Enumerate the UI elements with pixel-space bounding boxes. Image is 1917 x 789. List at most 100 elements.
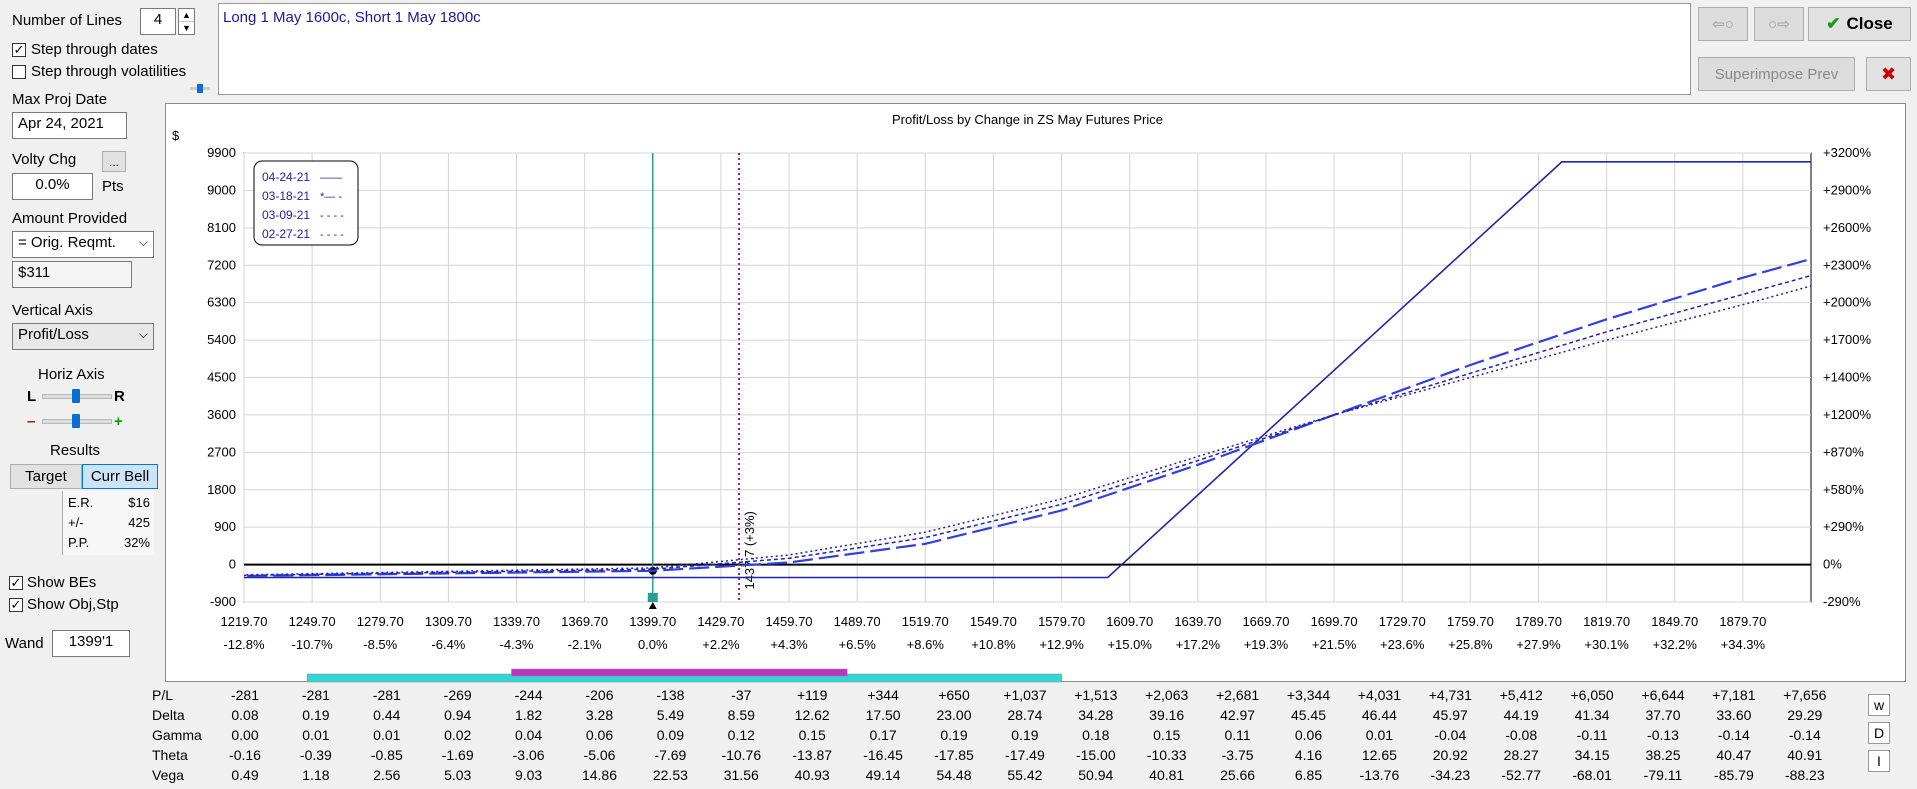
x-pct-label: +23.6% — [1380, 637, 1425, 652]
spin-down-icon[interactable]: ▼ — [179, 22, 194, 34]
target-button[interactable]: Target — [10, 464, 82, 489]
prev-arrow-button[interactable]: ⇦○ — [1698, 7, 1748, 41]
greeks-side-button-d[interactable]: D — [1868, 722, 1890, 744]
volty-more-button[interactable]: ... — [102, 151, 126, 172]
horiz-pan-thumb[interactable] — [72, 389, 80, 403]
current-price-marker — [647, 593, 658, 602]
x-pct-label: -10.7% — [292, 637, 334, 652]
strategy-description-box[interactable]: Long 1 May 1600c, Short 1 May 1800c — [218, 3, 1691, 95]
greeks-cell: +344 — [867, 687, 899, 703]
greeks-cell: -0.85 — [370, 747, 403, 763]
greeks-cell: 28.27 — [1503, 747, 1539, 763]
step-dates-checkbox[interactable]: ✓ — [12, 43, 26, 57]
greeks-cell: 23.00 — [936, 707, 972, 723]
greeks-side-button-i[interactable]: I — [1868, 750, 1890, 772]
greeks-cell: 40.93 — [794, 767, 830, 783]
greeks-cell: 17.50 — [865, 707, 901, 723]
x-tick-label: 1729.70 — [1379, 614, 1426, 629]
amount-provided-select[interactable]: = Orig. Reqmt. ⌵ — [12, 231, 154, 258]
x-pct-label: +8.6% — [907, 637, 945, 652]
greeks-cell: 20.92 — [1432, 747, 1468, 763]
y-tick-label: 9900 — [207, 145, 236, 160]
x-tick-label: 1849.70 — [1651, 614, 1698, 629]
inner-probability-bar — [511, 668, 848, 677]
right-tick-label: +870% — [1823, 444, 1864, 459]
right-tick-label: +580% — [1823, 482, 1864, 497]
x-tick-label: 1519.70 — [902, 614, 949, 629]
max-proj-date-input[interactable]: Apr 24, 2021 — [12, 112, 127, 139]
greeks-cell: 46.44 — [1361, 707, 1397, 723]
horiz-axis-label: Horiz Axis — [38, 366, 105, 383]
amount-provided-value: = Orig. Reqmt. — [18, 234, 116, 251]
next-arrow-button[interactable]: ○⇨ — [1754, 7, 1804, 41]
curr-bell-button[interactable]: Curr Bell — [82, 464, 158, 489]
greeks-cell: 45.45 — [1290, 707, 1327, 723]
number-of-lines-label: Number of Lines — [12, 12, 123, 29]
greeks-cell: -281 — [301, 687, 330, 703]
greeks-cell: 0.09 — [656, 727, 685, 743]
greeks-cell: -85.79 — [1714, 767, 1754, 783]
cancel-x-button[interactable]: ✖ — [1866, 57, 1911, 91]
x-tick-label: 1549.70 — [970, 614, 1017, 629]
greeks-cell: +6,644 — [1641, 687, 1685, 703]
greeks-cell: -68.01 — [1572, 767, 1612, 783]
spin-up-icon[interactable]: ▲ — [179, 9, 194, 22]
greeks-cell: -17.49 — [1005, 747, 1045, 763]
x-tick-label: 1669.70 — [1242, 614, 1289, 629]
greeks-row-theta: Theta -0.16 -0.39 -0.85 -1.69 -3.06 -5.06 -7.69… — [140, 747, 1868, 768]
legend-sample: - - - - — [320, 229, 344, 241]
greeks-cell: -13.76 — [1359, 767, 1400, 783]
step-vols-checkbox[interactable] — [12, 65, 26, 79]
horiz-zoom-thumb[interactable] — [72, 414, 80, 428]
number-of-lines-spinner[interactable]: ▲ ▼ — [178, 8, 195, 35]
greeks-cell: -15.00 — [1075, 747, 1116, 763]
superimpose-prev-button[interactable]: Superimpose Prev — [1698, 57, 1855, 91]
legend-sample: *— - — [320, 191, 342, 203]
greeks-cell: 0.04 — [514, 727, 543, 743]
greeks-cell: 0.44 — [373, 707, 401, 723]
x-tick-label: 1639.70 — [1174, 614, 1221, 629]
x-tick-label: 1369.70 — [561, 614, 608, 629]
greeks-cell: 2.56 — [373, 767, 401, 783]
show-obj-checkbox[interactable]: ✓ — [9, 598, 23, 612]
volty-chg-input[interactable]: 0.0% — [12, 173, 93, 200]
greeks-cell: -13.87 — [792, 747, 833, 763]
greeks-cell: 0.02 — [444, 727, 472, 743]
x-tick-label: 1609.70 — [1106, 614, 1153, 629]
greeks-cell: -0.14 — [1717, 727, 1750, 743]
chart-panel[interactable]: Profit/Loss by Change in ZS May Futures … — [165, 103, 1907, 683]
close-button[interactable]: ✔ Close — [1808, 7, 1911, 41]
greeks-cell: 31.56 — [723, 767, 759, 783]
greeks-row-delta: Delta 0.08 0.19 0.44 0.94 1.82 3.28 5.49 8.59 12.… — [140, 707, 1868, 728]
show-bes-checkbox[interactable]: ✓ — [9, 576, 23, 590]
greeks-side-button-w[interactable]: w — [1868, 694, 1890, 716]
zoom-plus-label: + — [114, 413, 123, 430]
profit-loss-chart[interactable]: Profit/Loss by Change in ZS May Futures … — [166, 104, 1907, 683]
strategy-description-text: Long 1 May 1600c, Short 1 May 1800c — [223, 9, 481, 26]
greeks-cell: -16.45 — [863, 747, 903, 763]
number-of-lines-input[interactable]: 4 — [140, 8, 176, 35]
pm-label: +/- — [68, 515, 84, 530]
y-tick-label: 7200 — [207, 257, 236, 272]
greeks-cell: +5,412 — [1499, 687, 1543, 703]
greeks-cell: -0.13 — [1647, 727, 1679, 743]
greeks-cell: 0.00 — [231, 727, 259, 743]
y-tick-label: 0 — [229, 557, 236, 572]
wand-input[interactable]: 1399'1 — [52, 630, 130, 657]
vol-step-slider[interactable] — [190, 84, 210, 93]
greeks-cell: 39.16 — [1149, 707, 1185, 723]
greeks-cell: 41.34 — [1574, 707, 1610, 723]
greeks-cell: 0.12 — [727, 727, 755, 743]
greeks-cell: 55.42 — [1007, 767, 1043, 783]
pp-label: P.P. — [68, 535, 90, 550]
greeks-cell: +7,181 — [1712, 687, 1756, 703]
greeks-cell: 0.49 — [231, 767, 259, 783]
greeks-cell: -17.85 — [934, 747, 974, 763]
vertical-axis-select[interactable]: Profit/Loss ⌵ — [12, 323, 154, 350]
greeks-cell: -52.77 — [1501, 767, 1542, 783]
pp-value: 32% — [123, 535, 150, 550]
y-tick-label: 2700 — [207, 444, 236, 459]
greeks-cell: -3.06 — [512, 747, 545, 763]
greeks-cell: 54.48 — [936, 767, 972, 783]
greeks-cell: 8.59 — [727, 707, 755, 723]
